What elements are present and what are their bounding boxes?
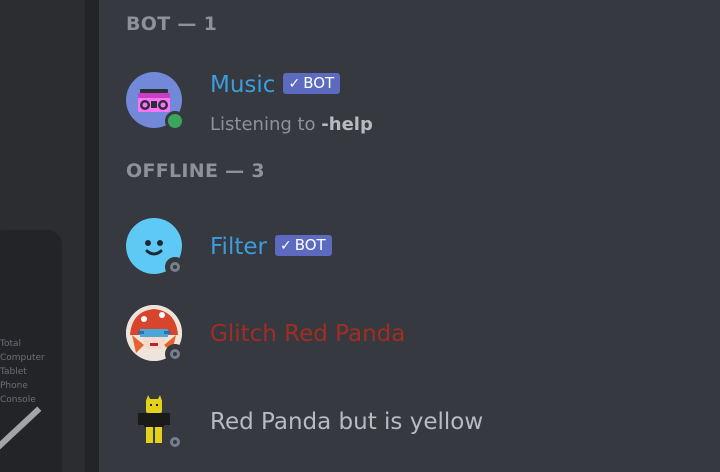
member-name: Music ✓ BOT [210,72,341,98]
device-label-tablet: Tablet [0,367,27,377]
device-label-phone: Phone [0,381,28,391]
member-list: BOT — 1 Music ✓ BOT Listening to -help OFF… [99,0,720,472]
member-filter[interactable]: Filter ✓ BOT [126,218,706,280]
device-label-total: Total [0,339,22,349]
online-status-icon [165,111,185,131]
left-pane: Total Computer Tablet Phone Console [0,0,85,472]
check-icon: ✓ [279,238,292,254]
device-label-console: Console [0,395,36,405]
member-glitch-red-panda[interactable]: Glitch Red Panda [126,305,706,367]
bot-tag: ✓ BOT [274,235,332,256]
member-music[interactable]: Music ✓ BOT Listening to -help [126,72,706,135]
offline-status-icon [165,257,185,277]
offline-status-icon [165,344,185,364]
device-label-computer: Computer [0,353,45,363]
device-list: Total Computer Tablet Phone Console [0,337,45,407]
member-name: Filter ✓ BOT [210,234,332,260]
member-name: Glitch Red Panda [210,321,406,347]
panel-divider [85,0,99,472]
offline-status-icon [165,432,185,452]
member-name: Red Panda but is yellow [210,409,484,435]
member-red-panda-but-is-yellow[interactable]: Red Panda but is yellow [126,393,706,455]
section-header-bot: BOT — 1 [126,13,218,35]
check-icon: ✓ [288,76,301,92]
bot-tag: ✓ BOT [283,73,341,94]
section-header-offline: OFFLINE — 3 [126,160,265,182]
activity-status: Listening to -help [210,114,373,135]
